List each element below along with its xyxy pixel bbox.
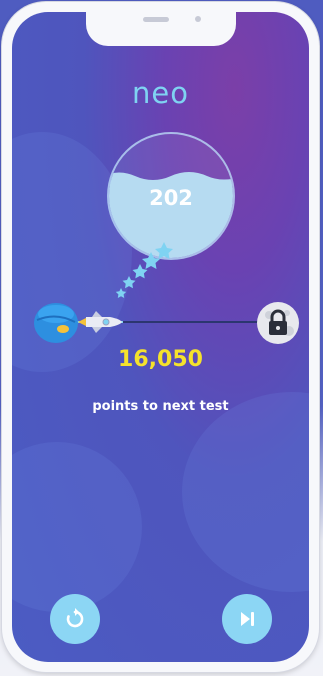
points-label: points to next test — [92, 399, 229, 414]
skip-next-button[interactable] — [222, 594, 272, 644]
skip-next-icon — [241, 612, 254, 626]
background-shape — [12, 442, 142, 612]
replay-icon — [66, 608, 84, 628]
points-value: 16,050 — [118, 347, 203, 372]
rocket-icon — [78, 311, 122, 333]
app-logo: neo — [132, 76, 189, 110]
app-screen: neo 202 16,050 points to next test — [12, 12, 309, 662]
front-camera — [195, 16, 201, 22]
score-wave — [109, 172, 233, 187]
phone-frame: neo 202 16,050 points to next test — [2, 2, 319, 672]
planet-icon — [34, 303, 78, 343]
stars-trail-icon — [115, 242, 173, 298]
speaker-grille — [143, 17, 169, 22]
score-value: 202 — [149, 186, 193, 210]
replay-button[interactable] — [50, 594, 100, 644]
phone-notch — [86, 12, 236, 46]
locked-level-icon — [257, 302, 299, 344]
background-shape — [182, 392, 309, 592]
